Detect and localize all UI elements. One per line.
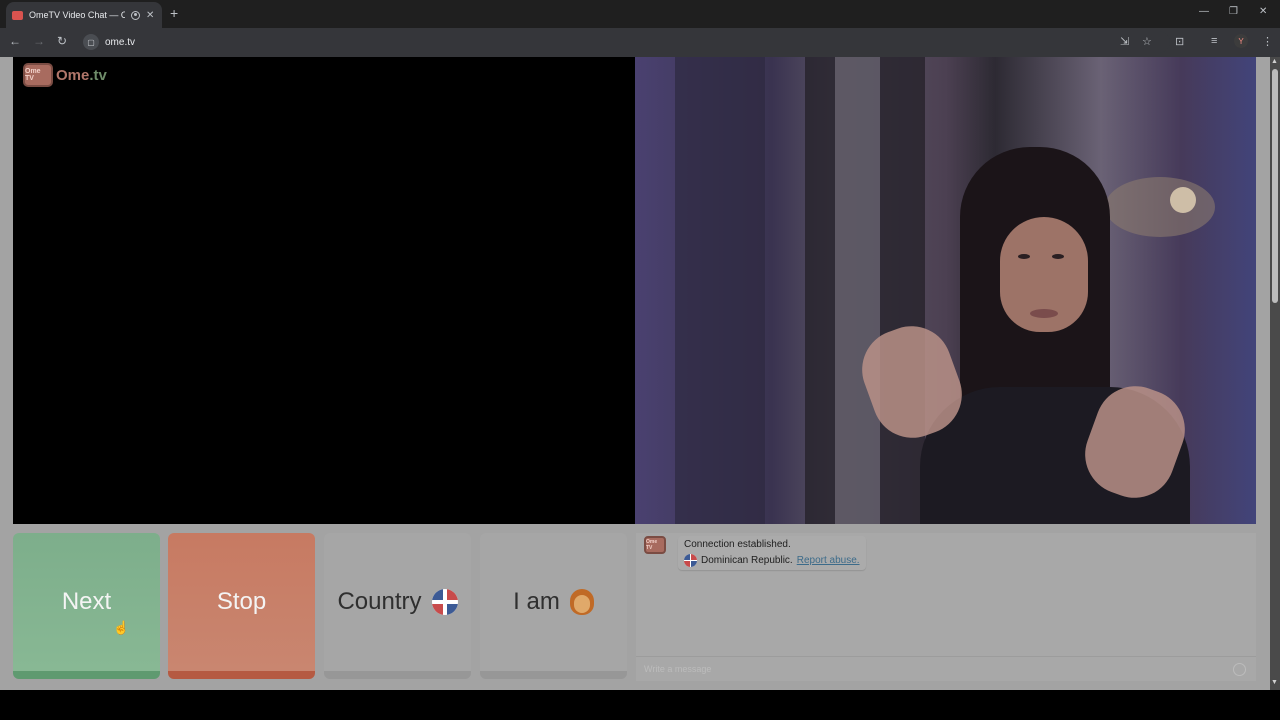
country-label: Country bbox=[337, 588, 422, 615]
media-controls-icon[interactable]: ≡ bbox=[1211, 35, 1217, 47]
audio-indicator-icon[interactable] bbox=[131, 10, 140, 20]
close-window-button[interactable]: ✕ bbox=[1259, 6, 1267, 17]
browser-tab[interactable]: OmeTV Video Chat — Ome ✕ bbox=[6, 2, 162, 28]
ometv-logo[interactable]: Ome TV Ome.tv bbox=[23, 63, 107, 87]
emoji-icon[interactable] bbox=[1233, 663, 1246, 676]
bottom-strip bbox=[0, 690, 1280, 720]
gender-button[interactable]: I am bbox=[480, 533, 627, 679]
system-message: Connection established. Dominican Republ… bbox=[678, 536, 866, 570]
address-bar[interactable]: ▢ ome.tv bbox=[80, 31, 1170, 53]
browser-tab-bar: OmeTV Video Chat — Ome ✕ + — ❐ ✕ bbox=[0, 0, 1280, 28]
back-arrow-icon[interactable]: ← bbox=[9, 34, 21, 48]
next-label: Next bbox=[61, 588, 112, 615]
site-info-icon[interactable]: ▢ bbox=[83, 34, 99, 50]
logo-tv-icon: Ome TV bbox=[23, 63, 53, 87]
hand-cursor-icon: ☝ bbox=[113, 620, 130, 635]
restore-button[interactable]: ❐ bbox=[1229, 6, 1238, 17]
page-scrollbar[interactable]: ▲ ▼ bbox=[1270, 57, 1280, 690]
forward-arrow-icon[interactable]: → bbox=[33, 34, 45, 48]
install-app-icon[interactable]: ⇲ bbox=[1120, 35, 1129, 48]
minimize-button[interactable]: — bbox=[1199, 6, 1209, 17]
bookmark-star-icon[interactable]: ☆ bbox=[1142, 35, 1152, 48]
reload-icon[interactable]: ↻ bbox=[57, 34, 67, 48]
connection-status: Connection established. bbox=[684, 539, 791, 550]
partner-country-line: Dominican Republic. Report abuse. bbox=[684, 554, 860, 567]
local-video: Ome TV Ome.tv bbox=[13, 57, 635, 524]
next-button[interactable]: Next bbox=[13, 533, 160, 679]
message-input[interactable]: Write a message bbox=[636, 656, 1256, 680]
dominican-flag-icon bbox=[684, 554, 697, 567]
report-abuse-link[interactable]: Report abuse. bbox=[797, 555, 860, 566]
country-button[interactable]: Country bbox=[324, 533, 471, 679]
message-placeholder: Write a message bbox=[644, 663, 712, 674]
logo-text: Ome.tv bbox=[56, 66, 107, 84]
extensions-icon[interactable]: ⊡ bbox=[1175, 35, 1184, 48]
new-tab-button[interactable]: + bbox=[170, 5, 178, 21]
partner-country: Dominican Republic. bbox=[701, 555, 793, 566]
scroll-up-icon[interactable]: ▲ bbox=[1271, 58, 1278, 65]
remote-video bbox=[635, 57, 1256, 524]
menu-dots-icon[interactable]: ⋮ bbox=[1262, 35, 1273, 48]
iam-label: I am bbox=[513, 588, 560, 615]
chat-logo-icon: Ome TV bbox=[644, 536, 666, 554]
chat-panel: Ome TV Connection established. Dominican… bbox=[636, 533, 1256, 681]
url-text: ome.tv bbox=[105, 36, 136, 48]
browser-toolbar: ← → ↻ ▢ ome.tv ⇲ ☆ ⊡ ≡ ⋮ bbox=[0, 28, 1280, 57]
scroll-thumb[interactable] bbox=[1272, 69, 1278, 303]
profile-avatar[interactable]: Y bbox=[1234, 34, 1248, 48]
favicon-icon bbox=[12, 10, 23, 20]
stop-label: Stop bbox=[216, 588, 267, 615]
dominican-flag-icon bbox=[431, 589, 458, 615]
tab-title: OmeTV Video Chat — Ome bbox=[29, 10, 125, 20]
stop-button[interactable]: Stop bbox=[168, 533, 315, 679]
scroll-down-icon[interactable]: ▼ bbox=[1271, 679, 1278, 686]
tab-close-icon[interactable]: ✕ bbox=[146, 10, 154, 21]
woman-emoji-icon bbox=[569, 589, 594, 615]
